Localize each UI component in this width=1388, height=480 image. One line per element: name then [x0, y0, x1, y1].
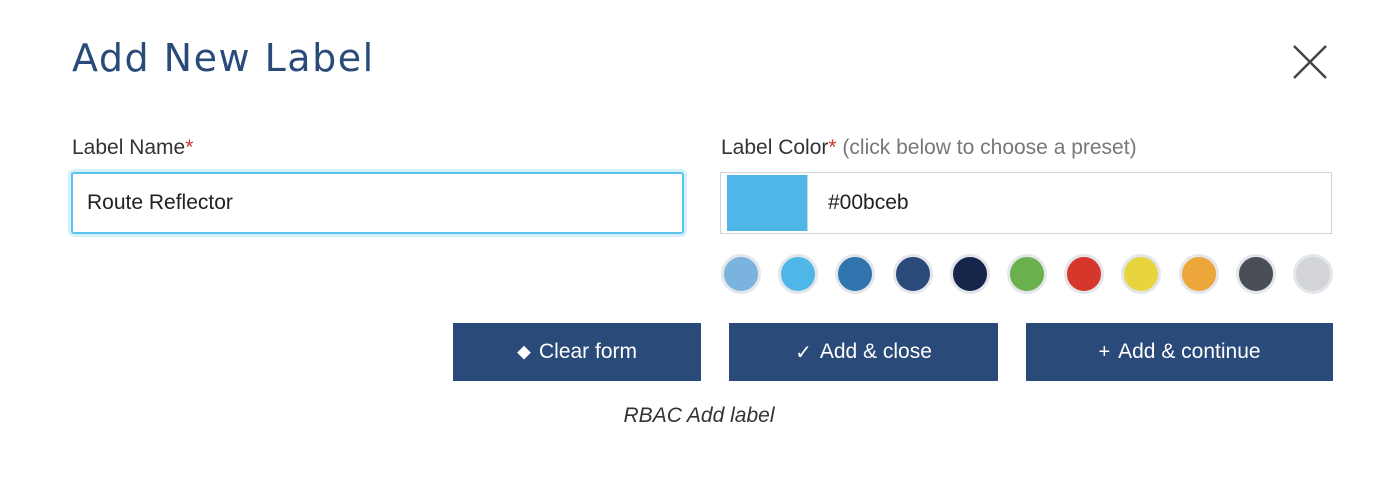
- preset-swatch[interactable]: [1235, 254, 1276, 294]
- add-continue-label: Add & continue: [1118, 340, 1261, 363]
- preset-swatch[interactable]: [1178, 254, 1219, 294]
- preset-swatch[interactable]: [1064, 254, 1105, 294]
- plus-icon: +: [1098, 340, 1111, 363]
- preset-swatch[interactable]: [778, 254, 819, 294]
- required-mark: *: [828, 136, 837, 159]
- dialog-title: Add New Label: [72, 36, 375, 80]
- eraser-icon: ⬥: [516, 340, 531, 363]
- label-name-heading: Label Name*: [72, 136, 193, 160]
- preset-swatch[interactable]: [1006, 254, 1047, 294]
- figure-caption: RBAC Add label: [623, 404, 775, 427]
- color-preview-swatch[interactable]: [727, 175, 808, 231]
- label-color-text: Label Color: [721, 136, 829, 159]
- preset-swatch[interactable]: [721, 254, 761, 294]
- add-continue-button[interactable]: + Add & continue: [1026, 323, 1333, 381]
- preset-swatch[interactable]: [949, 254, 990, 294]
- preset-swatch[interactable]: [835, 254, 876, 294]
- label-color-hint: (click below to choose a preset): [836, 136, 1137, 159]
- add-close-button[interactable]: ✓ Add & close: [729, 323, 998, 381]
- checkmark-icon: ✓: [795, 341, 812, 364]
- label-name-input[interactable]: [71, 172, 684, 234]
- color-presets: [721, 254, 1333, 294]
- label-color-heading: Label Color* (click below to choose a pr…: [721, 136, 1137, 160]
- preset-swatch[interactable]: [1121, 254, 1162, 294]
- preset-swatch[interactable]: [1292, 254, 1333, 294]
- preset-swatch[interactable]: [892, 254, 933, 294]
- close-icon[interactable]: [1288, 40, 1332, 84]
- label-color-field: [720, 172, 1332, 234]
- clear-form-label: Clear form: [538, 340, 638, 363]
- clear-form-button[interactable]: ⬥ Clear form: [453, 323, 701, 381]
- label-name-text: Label Name: [72, 136, 186, 159]
- add-close-label: Add & close: [819, 340, 932, 363]
- color-hex-input[interactable]: [826, 190, 1310, 216]
- required-mark: *: [185, 136, 194, 159]
